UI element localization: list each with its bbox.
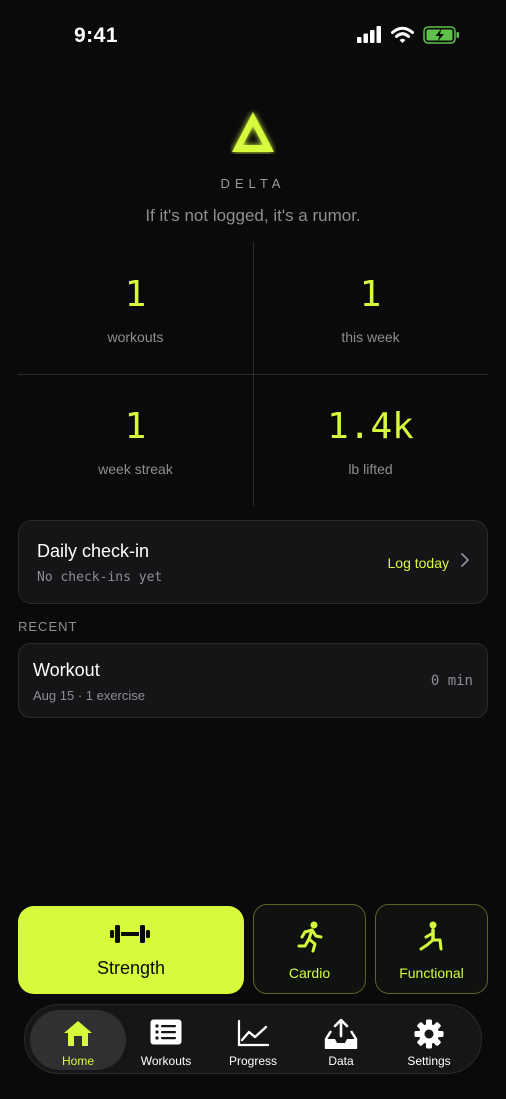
stat-lb-lifted: 1.4k lb lifted (253, 374, 488, 506)
tray-upload-icon (301, 1019, 381, 1049)
tab-progress[interactable]: Progress (209, 1010, 297, 1070)
delta-logo-icon (230, 110, 276, 154)
status-icons (357, 25, 460, 49)
stat-value: 1.4k (327, 406, 414, 447)
home-icon (30, 1019, 126, 1047)
log-today-label: Log today (387, 554, 450, 571)
stat-this-week: 1 this week (253, 242, 488, 374)
tab-home[interactable]: Home (30, 1010, 126, 1070)
chart-line-icon (209, 1019, 297, 1047)
cellular-signal-icon (357, 26, 382, 48)
stats-grid: 1 workouts 1 this week 1 week streak 1.4… (18, 242, 488, 506)
status-time: 9:41 (74, 24, 119, 47)
stat-value: 1 (359, 274, 382, 315)
tab-data[interactable]: Data (301, 1010, 381, 1070)
daily-checkin-card[interactable]: Daily check-in No check-ins yet Log toda… (18, 520, 488, 604)
strength-button[interactable]: Strength (18, 906, 244, 994)
stat-label: week streak (98, 461, 173, 477)
strength-label: Strength (96, 958, 166, 978)
tab-settings[interactable]: Settings (389, 1010, 469, 1070)
wifi-icon (391, 26, 414, 49)
chevron-right-icon (461, 553, 469, 572)
tab-bar: Home Workouts Progress Data Settings (24, 1004, 482, 1074)
tab-workouts-label: Workouts (140, 1054, 192, 1068)
stat-label: workouts (107, 329, 164, 345)
recent-section-label: RECENT (18, 619, 78, 634)
stat-week-streak: 1 week streak (18, 374, 253, 506)
checkin-subtitle: No check-ins yet (37, 570, 163, 585)
gear-icon (389, 1019, 469, 1049)
stat-workouts: 1 workouts (18, 242, 253, 374)
tab-progress-label: Progress (228, 1054, 278, 1068)
tab-settings-label: Settings (407, 1054, 451, 1068)
workout-title: Workout (33, 660, 100, 680)
brand-name: DELTA (220, 176, 286, 191)
workout-duration: 0 min (430, 673, 473, 689)
tagline: If it's not logged, it's a rumor. (145, 206, 361, 225)
tab-workouts[interactable]: Workouts (126, 1010, 206, 1070)
workout-meta: Aug 15 · 1 exercise (33, 688, 146, 703)
tab-home-label: Home (61, 1054, 94, 1068)
dumbbell-icon (110, 922, 150, 951)
running-icon (254, 921, 365, 953)
stat-label: this week (341, 329, 400, 345)
cardio-button[interactable]: Cardio (253, 904, 366, 994)
stat-label: lb lifted (348, 461, 393, 477)
cardio-label: Cardio (288, 965, 331, 981)
functional-button[interactable]: Functional (375, 904, 488, 994)
functional-label: Functional (399, 965, 464, 981)
list-icon (126, 1019, 206, 1045)
stat-value: 1 (124, 274, 147, 315)
stat-value: 1 (124, 406, 147, 447)
checkin-title: Daily check-in (37, 541, 150, 561)
status-bar: 9:41 (0, 0, 506, 74)
recent-workout-item[interactable]: Workout Aug 15 · 1 exercise 0 min (18, 643, 488, 718)
log-today-button[interactable]: Log today (388, 553, 470, 572)
battery-charging-icon (423, 25, 460, 49)
lunge-icon (376, 921, 487, 953)
tab-data-label: Data (328, 1054, 354, 1068)
